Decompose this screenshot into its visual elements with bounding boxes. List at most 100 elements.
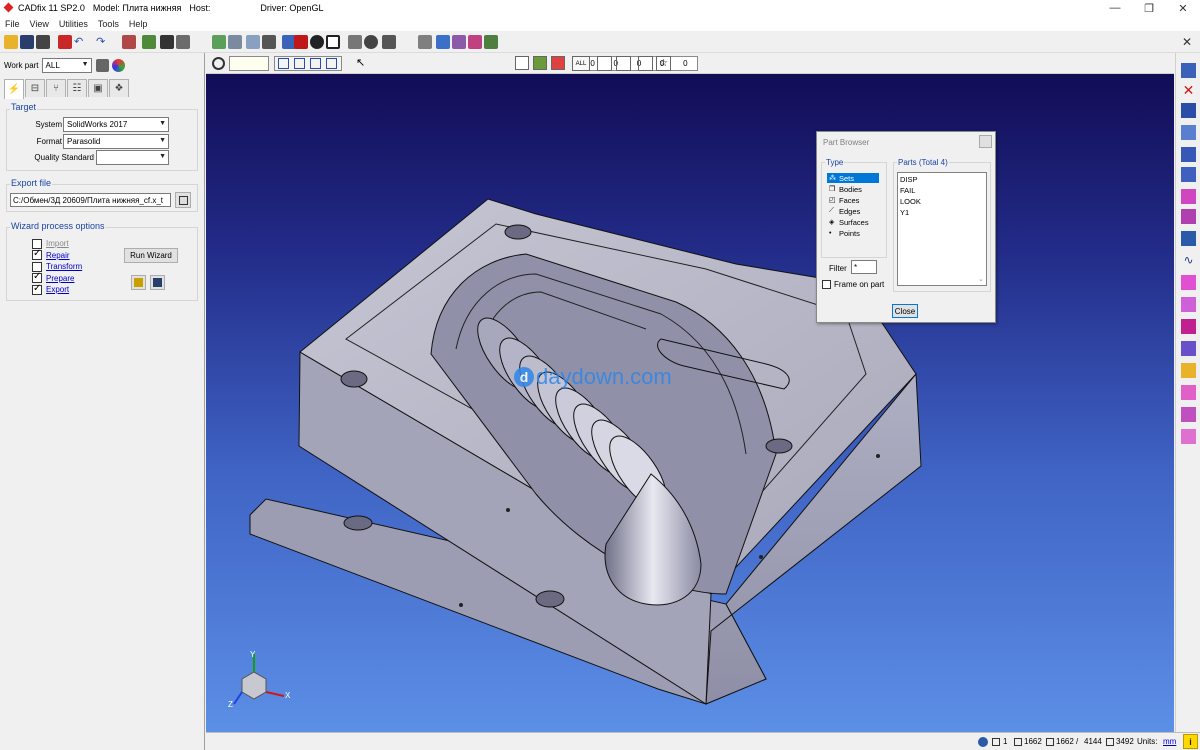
view-front-icon[interactable] bbox=[246, 35, 260, 49]
close-dialog-button[interactable]: Close bbox=[892, 304, 918, 318]
target-icon[interactable] bbox=[310, 35, 324, 49]
type-item-faces[interactable]: ◰ Faces bbox=[827, 195, 879, 205]
work-part-select[interactable]: ALL bbox=[41, 57, 92, 73]
all-button[interactable]: ALL bbox=[572, 56, 590, 71]
info-icon[interactable]: i bbox=[1183, 734, 1198, 749]
wizard-save-button[interactable] bbox=[150, 275, 165, 290]
save-icon[interactable] bbox=[20, 35, 34, 49]
type-item-surfaces[interactable]: ◈ Surfaces bbox=[827, 217, 879, 227]
transform-link[interactable]: Transform bbox=[46, 262, 82, 271]
redo-icon[interactable]: ↷ bbox=[96, 35, 110, 49]
find-input[interactable] bbox=[229, 56, 269, 71]
view-iso-icon[interactable] bbox=[212, 35, 226, 49]
delete-icon[interactable]: ✕ bbox=[1181, 83, 1196, 98]
prepare-link[interactable]: Prepare bbox=[46, 274, 74, 283]
tab-report[interactable]: ▣ bbox=[88, 79, 108, 97]
toolbar-close-icon[interactable]: ✕ bbox=[1182, 35, 1192, 49]
filter-tool-icon[interactable] bbox=[551, 56, 565, 70]
quality-select[interactable] bbox=[96, 150, 169, 165]
dialog-close-icon[interactable] bbox=[979, 135, 992, 148]
camera-icon[interactable] bbox=[36, 35, 50, 49]
grid-icon[interactable] bbox=[418, 35, 432, 49]
import-link[interactable]: Import bbox=[46, 239, 69, 248]
part-item-y1[interactable]: Y1 bbox=[900, 208, 909, 217]
surface-tool-icon[interactable] bbox=[1181, 167, 1196, 182]
repair-link[interactable]: Repair bbox=[46, 251, 70, 260]
part-item-look[interactable]: LOOK bbox=[900, 197, 921, 206]
filter-input[interactable]: * bbox=[851, 260, 877, 274]
extend-icon[interactable] bbox=[1181, 341, 1196, 356]
prepare-checkbox[interactable] bbox=[32, 271, 42, 283]
select-edges-icon[interactable] bbox=[294, 58, 305, 69]
menu-file[interactable]: File bbox=[0, 19, 25, 29]
graphics-viewport[interactable]: Y X Z d daydown.com bbox=[206, 74, 1174, 732]
mesh-check-icon[interactable] bbox=[468, 35, 482, 49]
units-value[interactable]: mm bbox=[1163, 737, 1176, 746]
heal-icon[interactable] bbox=[1181, 209, 1196, 224]
export-link[interactable]: Export bbox=[46, 285, 69, 294]
tab-process[interactable]: ⑂ bbox=[46, 79, 66, 97]
flip-icon[interactable] bbox=[1181, 429, 1196, 444]
menu-tools[interactable]: Tools bbox=[93, 19, 124, 29]
view-cube-icon[interactable] bbox=[262, 35, 276, 49]
merge-icon[interactable] bbox=[1181, 231, 1196, 246]
parts-scroll-down-icon[interactable]: ⌄ bbox=[978, 275, 984, 283]
menu-help[interactable]: Help bbox=[124, 19, 153, 29]
undo-icon[interactable]: ↶ bbox=[74, 35, 88, 49]
axis-icon[interactable] bbox=[382, 35, 396, 49]
tab-tree[interactable]: ⊟ bbox=[25, 79, 45, 97]
type-item-sets[interactable]: ⁂ Sets bbox=[827, 173, 879, 183]
system-select[interactable]: SolidWorks 2017 bbox=[63, 117, 169, 132]
render-icon[interactable] bbox=[294, 35, 308, 49]
part-item-disp[interactable]: DISP bbox=[900, 175, 918, 184]
menu-utilities[interactable]: Utilities bbox=[54, 19, 93, 29]
menu-view[interactable]: View bbox=[25, 19, 54, 29]
copy-icon[interactable] bbox=[638, 56, 653, 71]
sew-icon[interactable] bbox=[1181, 189, 1196, 204]
wizard-settings-button[interactable] bbox=[131, 275, 146, 290]
mesh-icon[interactable] bbox=[436, 35, 450, 49]
settings-icon[interactable] bbox=[122, 35, 136, 49]
frame-on-part-checkbox[interactable] bbox=[822, 280, 831, 289]
trim-icon[interactable] bbox=[1181, 319, 1196, 334]
mesh-edit-icon[interactable] bbox=[452, 35, 466, 49]
minimize-button[interactable]: — bbox=[1098, 0, 1132, 16]
export-path-input[interactable]: C:/Обмен/3Д 20609/Плита нижняя_cf.x_t bbox=[10, 193, 171, 207]
open-icon[interactable] bbox=[4, 35, 18, 49]
format-select[interactable]: Parasolid bbox=[63, 134, 169, 149]
star-icon[interactable]: ☆ bbox=[656, 56, 671, 71]
measure-icon[interactable] bbox=[176, 35, 190, 49]
type-item-edges[interactable]: ⟋ Edges bbox=[827, 206, 879, 216]
body-tool-icon[interactable] bbox=[1181, 147, 1196, 162]
color-wheel-icon[interactable] bbox=[111, 58, 125, 72]
zoom-icon[interactable] bbox=[364, 35, 378, 49]
select-points-icon[interactable] bbox=[310, 58, 321, 69]
restore-button[interactable]: ❐ bbox=[1132, 0, 1166, 16]
mold-model[interactable] bbox=[206, 74, 1174, 732]
save-red-icon[interactable] bbox=[58, 35, 72, 49]
warning-icon[interactable] bbox=[1181, 363, 1196, 378]
properties-icon[interactable] bbox=[1181, 63, 1196, 78]
binoculars-icon[interactable] bbox=[160, 35, 174, 49]
repair-checkbox[interactable] bbox=[32, 248, 42, 260]
paint-icon[interactable] bbox=[484, 35, 498, 49]
palette-icon[interactable] bbox=[533, 56, 547, 70]
pointer-icon[interactable]: ↖ bbox=[356, 56, 365, 69]
run-wizard-button[interactable]: Run Wizard bbox=[124, 248, 178, 263]
view-box-icon[interactable] bbox=[228, 35, 242, 49]
scissors-icon[interactable] bbox=[1181, 407, 1196, 422]
find-icon[interactable] bbox=[212, 57, 225, 70]
browse-button[interactable] bbox=[175, 192, 191, 208]
offset-face-icon[interactable] bbox=[1181, 297, 1196, 312]
offset-icon[interactable] bbox=[1181, 275, 1196, 290]
tab-hierarchy[interactable]: ☷ bbox=[67, 79, 87, 97]
workpart-tool-icon[interactable] bbox=[95, 58, 109, 72]
face-tool-icon[interactable] bbox=[1181, 125, 1196, 140]
check-model-icon[interactable] bbox=[142, 35, 156, 49]
type-item-points[interactable]: • Points bbox=[827, 228, 879, 238]
curve-icon[interactable]: ∿ bbox=[1181, 253, 1196, 268]
window-icon[interactable] bbox=[326, 35, 340, 49]
close-button[interactable]: ✕ bbox=[1166, 0, 1200, 16]
type-item-bodies[interactable]: ❒ Bodies bbox=[827, 184, 879, 194]
export-checkbox[interactable] bbox=[32, 283, 42, 295]
